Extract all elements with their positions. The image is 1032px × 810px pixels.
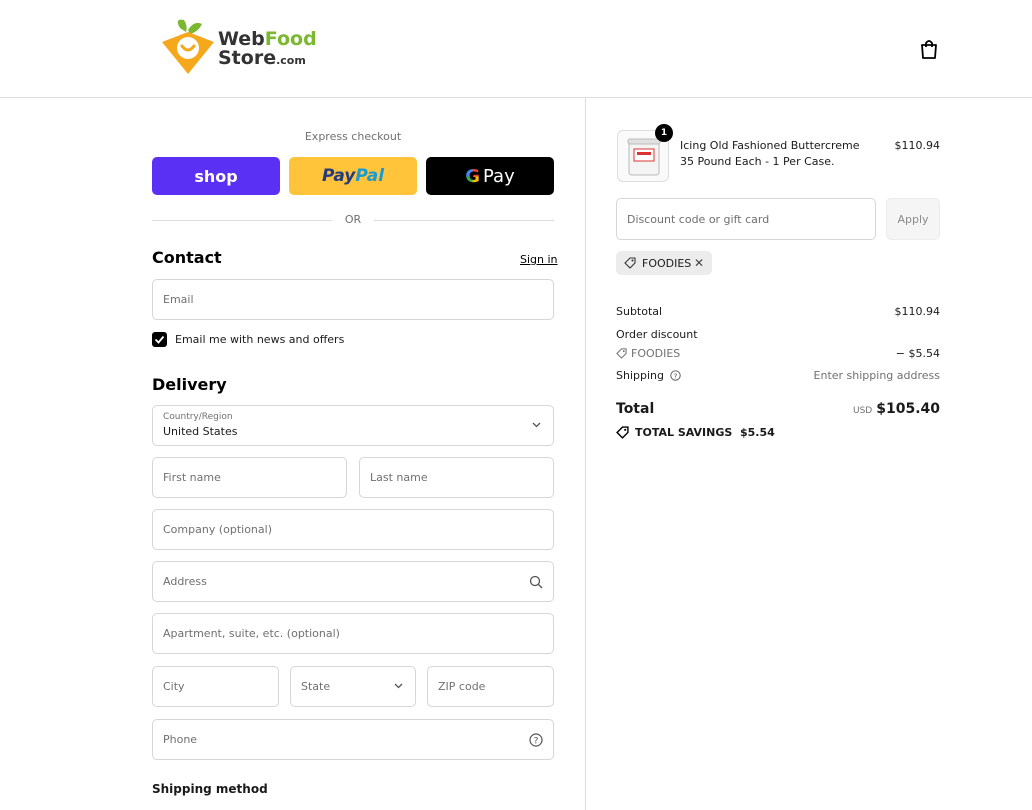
chevron-down-icon [532, 422, 541, 428]
delivery-heading: Delivery [152, 375, 227, 394]
discount-code-input[interactable]: Discount code or gift card [616, 198, 876, 240]
column-divider [585, 98, 586, 810]
subtotal-label: Subtotal [616, 305, 663, 318]
product-name: Icing Old Fashioned Buttercreme 35 Pound… [680, 139, 860, 168]
google-g-icon: G [465, 165, 481, 187]
logo-icon [162, 19, 214, 74]
apply-discount-button[interactable]: Apply [886, 198, 940, 240]
product-price: $110.94 [894, 139, 941, 152]
last-name-field[interactable]: Last name [359, 457, 554, 498]
apartment-field[interactable]: Apartment, suite, etc. (optional) [152, 613, 554, 654]
applied-discount-chip: FOODIES ✕ [616, 251, 712, 275]
email-field[interactable]: Email [152, 279, 554, 320]
logo-text: WebFood Store.com [218, 28, 317, 69]
shipping-row: Shipping ? [616, 369, 681, 382]
discount-code-row: FOODIES [616, 347, 680, 360]
tag-icon [624, 257, 636, 269]
order-discount-label: Order discount [616, 328, 698, 341]
express-checkout-label: Express checkout [304, 130, 402, 143]
zip-field[interactable]: ZIP code [427, 666, 554, 707]
phone-field[interactable]: Phone ? [152, 719, 554, 760]
address-field[interactable]: Address [152, 561, 554, 602]
total-amount: USD $105.40 [853, 401, 940, 417]
chevron-down-icon [394, 683, 403, 689]
quantity-badge: 1 [655, 124, 673, 142]
city-field[interactable]: City [152, 666, 279, 707]
header: WebFood Store.com [0, 0, 1032, 98]
subtotal-value: $110.94 [894, 305, 941, 318]
webfoodstore-logo[interactable]: WebFood Store.com [160, 18, 320, 78]
remove-discount-icon[interactable]: ✕ [694, 256, 704, 270]
total-savings: TOTAL SAVINGS $5.54 [616, 426, 775, 439]
google-pay-button[interactable]: G Pay [426, 157, 554, 195]
currency-code: USD [853, 406, 873, 416]
search-icon [529, 575, 543, 589]
svg-text:?: ? [674, 371, 678, 380]
contact-heading: Contact [152, 248, 222, 267]
sign-in-link[interactable]: Sign in [520, 253, 558, 266]
tag-icon [616, 426, 629, 439]
discount-value: − $5.54 [895, 347, 940, 360]
svg-text:?: ? [534, 737, 539, 747]
first-name-field[interactable]: First name [152, 457, 347, 498]
shipping-value: Enter shipping address [813, 369, 940, 382]
company-field[interactable]: Company (optional) [152, 509, 554, 550]
check-icon [154, 335, 165, 344]
help-icon[interactable]: ? [670, 370, 681, 381]
shop-pay-button[interactable]: shop [152, 157, 280, 195]
shipping-method-heading: Shipping method [152, 782, 268, 796]
state-select[interactable]: State [290, 666, 416, 707]
country-select[interactable]: Country/Region United States [152, 405, 554, 446]
help-icon[interactable]: ? [529, 733, 543, 747]
newsletter-label: Email me with news and offers [175, 333, 345, 346]
paypal-button[interactable]: Pay Pal [289, 157, 417, 195]
shopping-bag-icon[interactable] [918, 38, 940, 60]
tag-icon [616, 348, 627, 359]
newsletter-checkbox[interactable] [152, 332, 167, 347]
total-label: Total [616, 401, 655, 417]
or-divider: OR [152, 212, 554, 228]
